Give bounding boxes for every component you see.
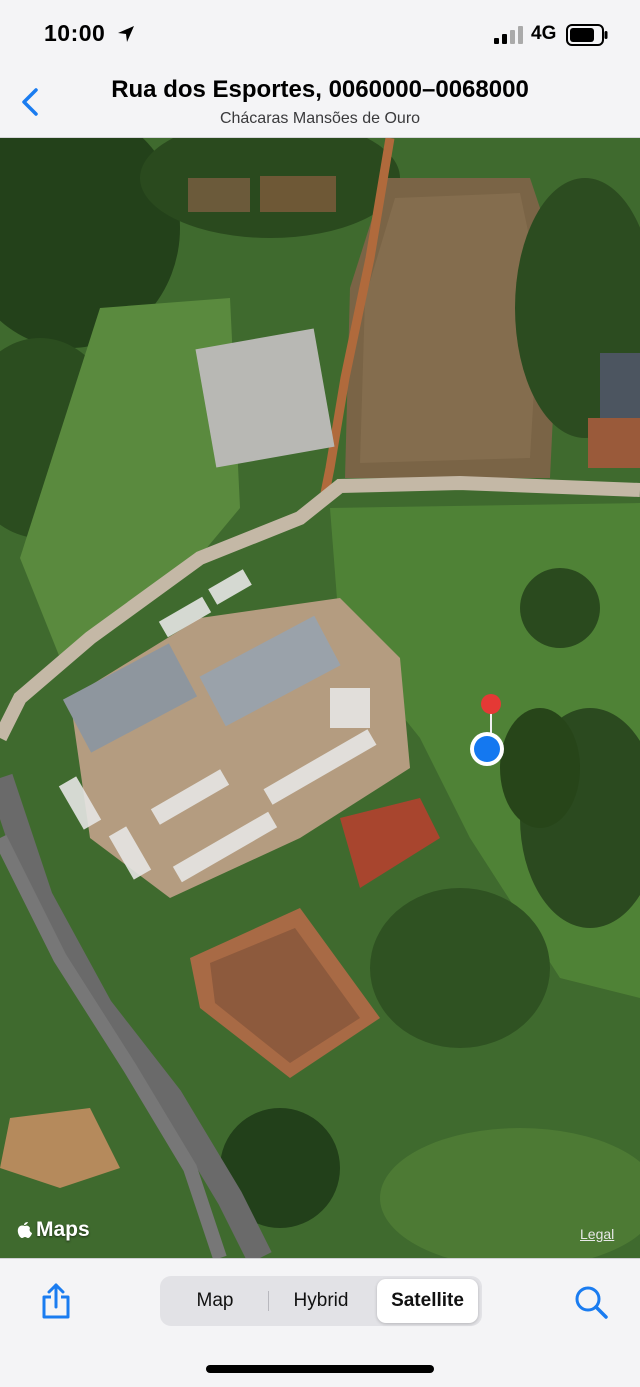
- segment-map[interactable]: Map: [164, 1279, 266, 1323]
- home-indicator[interactable]: [206, 1365, 434, 1373]
- cellular-signal-icon: [494, 26, 523, 44]
- map-type-selector: Map Hybrid Satellite: [160, 1276, 482, 1326]
- search-icon[interactable]: [572, 1283, 610, 1321]
- satellite-map[interactable]: [0, 138, 640, 1258]
- satellite-imagery: [0, 138, 640, 1258]
- status-bar: 10:00 4G: [0, 0, 640, 70]
- back-chevron-icon[interactable]: [12, 82, 48, 122]
- nav-header: Rua dos Esportes, 0060000–0068000 Chácar…: [0, 70, 640, 138]
- current-location-dot: [474, 736, 500, 762]
- segment-hybrid[interactable]: Hybrid: [270, 1279, 372, 1323]
- page-subtitle: Chácaras Mansões de Ouro: [219, 110, 421, 127]
- maps-attribution: Maps: [16, 1218, 90, 1242]
- status-time: 10:00: [44, 20, 106, 46]
- page-title: Rua dos Esportes, 0060000–0068000: [111, 76, 529, 103]
- destination-pin: [481, 694, 501, 714]
- battery-icon: [566, 24, 608, 46]
- legal-link[interactable]: Legal: [580, 1226, 614, 1242]
- segment-satellite[interactable]: Satellite: [377, 1279, 478, 1323]
- apple-logo-icon: [17, 1222, 32, 1238]
- maps-logo-text: Maps: [36, 1218, 90, 1241]
- network-type: 4G: [531, 23, 557, 44]
- share-icon[interactable]: [38, 1281, 74, 1321]
- location-arrow-icon: [118, 26, 134, 42]
- segment-divider: [268, 1291, 269, 1311]
